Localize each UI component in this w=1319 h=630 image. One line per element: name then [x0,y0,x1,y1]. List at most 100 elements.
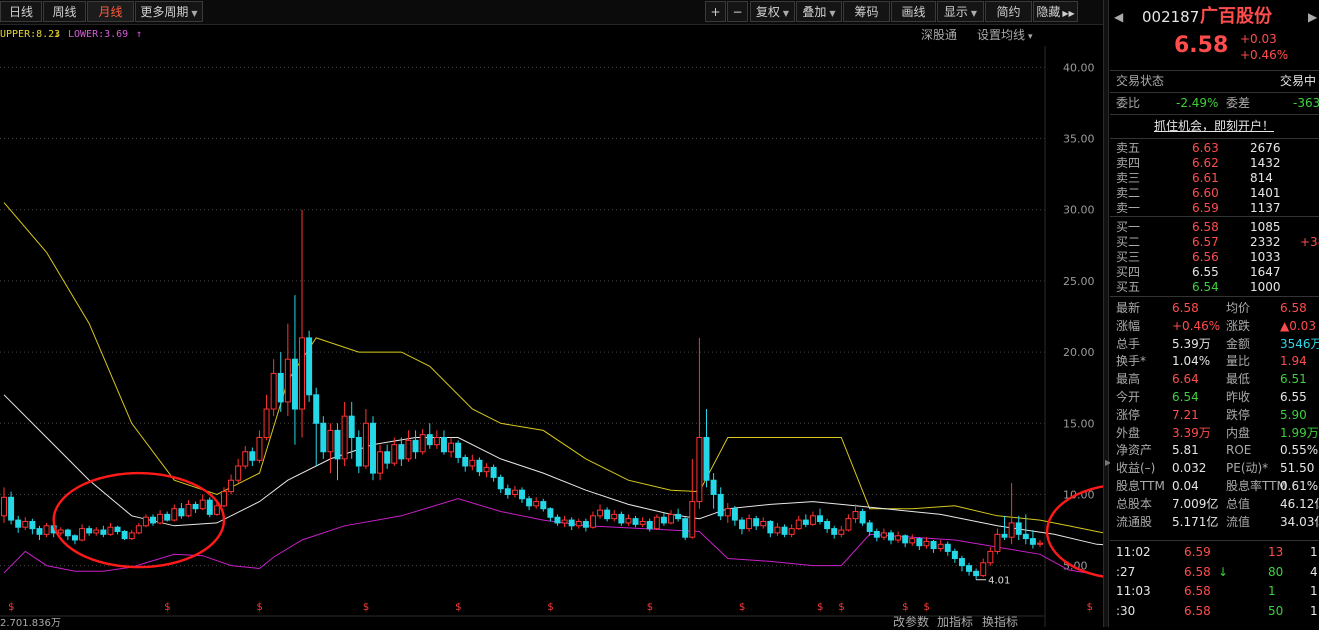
dividend-marker[interactable]: $ [8,602,14,613]
candle-body [327,429,334,453]
set-ma-link[interactable]: 设置均线 ▾ [977,25,1033,47]
ask-row: 卖一 6.59 1137 [1110,199,1319,217]
stat-value: 0.04 [1172,479,1199,493]
stat-value: 7.009亿 [1172,496,1219,511]
dividend-marker[interactable]: $ [1087,602,1093,613]
stat-row: 总股本 7.009亿总值 46.12亿 [1110,495,1319,513]
candle-body [348,415,355,439]
tick-time: 11:03 [1116,584,1151,598]
stat-value: 5.90 [1280,407,1307,422]
toolbar-button-6[interactable]: 显示 ▼ [937,1,984,22]
open-account-link[interactable]: 抓住机会，即刻开户！ [1154,117,1274,135]
stat-label: 涨停 [1116,407,1141,422]
candle-body [568,519,575,527]
candle-body [107,526,114,535]
candle-body [710,479,717,495]
toolbar-button-7[interactable]: 简约 [985,1,1032,22]
candle-body [859,511,866,524]
prev-stock-icon[interactable]: ◀ [1114,5,1123,29]
dividend-marker[interactable]: $ [923,602,929,613]
stat-row: 最高 6.64 最低 6.51 [1110,370,1319,388]
candle-body [533,501,540,507]
weibi-value: -2.49% [1176,96,1219,110]
stat-value: 0.55% [1280,443,1319,458]
kline-svg[interactable]: 40.0035.0030.0025.0020.0015.0010.005.004… [0,46,1205,629]
chevron-down-icon: ▼ [829,9,836,18]
chevron-down-icon: ▼ [782,9,790,18]
stat-label: 涨幅 [1116,318,1141,333]
candle-body [235,465,242,481]
bid-label: 买五 [1116,280,1141,294]
candle-body [987,550,994,564]
toolbar-button-5[interactable]: 画线 [891,1,936,22]
dividend-marker[interactable]: $ [547,602,553,613]
stat-value: 6.58 [1280,301,1307,315]
candle-body [29,521,36,530]
stat-row: 最新 6.58 均价 6.58 [1110,299,1319,317]
dividend-marker[interactable]: $ [647,602,653,613]
candle-body [888,532,894,541]
kline-chart[interactable]: 40.00 35.00 30.00 25.00 20.00 15.00 10.00 5.00 4… [0,46,1205,629]
candle-body [100,529,107,535]
tab-1[interactable]: 周线 [43,1,86,22]
stat-value: 0.61% [1280,479,1319,493]
tab-2[interactable]: 月线 [87,1,134,22]
candle-body [178,508,185,517]
candle-body [306,337,313,396]
tab-0[interactable]: 日线 [0,1,42,22]
candle-body [767,521,774,534]
indicator-link-2[interactable]: 换指标 [982,614,1018,629]
candle-body [902,535,909,544]
candle-body [689,501,696,538]
indicator-link-0[interactable]: 改参数 [893,614,929,629]
candle-body [973,570,980,577]
toolbar-button-8[interactable]: 隐藏 ▶▶ [1033,1,1078,22]
divider [1110,216,1319,217]
tick-volume: 13 [1268,545,1284,559]
upper-band-line [3,202,1168,535]
candle-body [611,513,618,520]
indicator-link-1[interactable]: 加指标 [937,614,973,629]
candle-body [22,521,29,528]
tick-price: 6.58 [1184,603,1211,618]
candle-body [157,513,164,524]
toolbar-button-4[interactable]: 筹码 [843,1,890,22]
tab-3[interactable]: 更多周期 ▼ [135,1,203,22]
stock-header: ◀ 002187 广百股份 ▶ [1110,5,1319,29]
candle-body [597,509,604,517]
toolbar-button-0[interactable]: + [705,1,726,22]
toolbar-button-2[interactable]: 复权 ▼ [750,1,795,22]
y-tick-label: 20.00 [1063,346,1095,359]
candle-body [682,518,689,538]
dividend-marker[interactable]: $ [902,602,908,613]
dividend-marker[interactable]: $ [817,602,823,613]
candle-body [490,466,497,478]
candle-body [604,509,611,520]
next-stock-icon[interactable]: ▶ [1308,5,1317,29]
dividend-marker[interactable]: $ [363,602,369,613]
tick-count: 1 [1310,584,1318,598]
dividend-marker[interactable]: $ [739,602,745,613]
candle-body [831,528,838,535]
divider [1110,540,1319,541]
candle-body [362,422,369,467]
toolbar-button-3[interactable]: 叠加 ▼ [796,1,842,22]
stat-value: 46.12亿 [1280,496,1319,511]
candle-body [79,528,86,541]
dividend-marker[interactable]: $ [256,602,262,613]
dividend-marker[interactable]: $ [164,602,170,613]
panel-splitter[interactable]: ▶ [1103,0,1111,627]
candle-body [398,444,405,460]
shenguton-link[interactable]: 深股通 [921,25,957,45]
stat-value: 1.94 [1280,354,1307,369]
stat-value: ▲0.03 [1280,318,1316,333]
candle-body [8,496,15,521]
dividend-marker[interactable]: $ [455,602,461,613]
dividend-marker[interactable]: $ [838,602,844,613]
stat-row: 涨停 7.21 跌停 5.90 [1110,406,1319,424]
stat-label: 流值 [1226,514,1251,529]
stat-label: 最新 [1116,301,1141,315]
candle-body [717,493,724,517]
toolbar-button-1[interactable]: − [727,1,748,22]
stat-row: 总手 5.39万 金额 3546万 [1110,335,1319,353]
